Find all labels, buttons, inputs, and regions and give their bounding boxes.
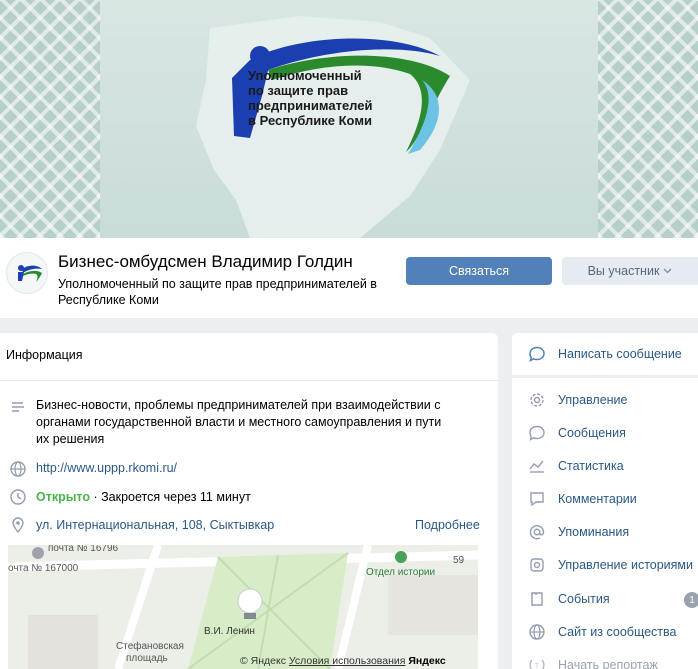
logo-line: Уполномоченный: [248, 68, 362, 83]
community-description: Бизнес-новости, проблемы предпринимателе…: [36, 398, 442, 446]
logo-line: по защите прав: [248, 83, 349, 98]
gear-icon: [530, 393, 544, 407]
calendar-icon: [531, 592, 543, 606]
more-details-link[interactable]: Подробнее: [415, 518, 480, 532]
menu-item-label: Управление историями: [558, 558, 694, 572]
chevron-down-icon: [663, 268, 672, 274]
stories-icon: [530, 558, 544, 572]
contact-button[interactable]: Связаться: [406, 257, 552, 285]
globe-icon: [10, 461, 26, 477]
clock-icon: [10, 489, 26, 505]
write-message-button[interactable]: Написать сообщение: [512, 339, 698, 369]
map-copyright: © Яндекс: [240, 655, 286, 667]
map-label: очта № 167000: [8, 563, 79, 574]
menu-item-mentions[interactable]: Упоминания: [512, 517, 698, 547]
opening-hours: Открыто · Закроется через 11 минут: [36, 490, 251, 504]
yandex-map[interactable]: почта № 16796 очта № 167000 Отдел истори…: [8, 545, 478, 669]
logo-line: в Республике Коми: [248, 113, 372, 128]
address-link[interactable]: ул. Интернациональная, 108, Сыктывкар: [36, 518, 274, 532]
speech-bubble-icon: [529, 346, 545, 362]
menu-item-label: Комментарии: [558, 492, 637, 506]
map-label-museum: Отдел истории: [366, 567, 436, 578]
website-link[interactable]: http://www.uppp.rkomi.ru/: [36, 461, 177, 475]
avatar-logo-icon: [18, 265, 42, 282]
menu-item-manage[interactable]: Управление: [512, 385, 698, 415]
menu-item-label: Начать репортаж: [558, 658, 658, 669]
map-attribution: © Яндекс Условия использования Яндекс: [240, 655, 446, 667]
logo-line: предпринимателей: [248, 98, 373, 113]
membership-label: Вы участник: [587, 264, 660, 278]
chart-line-icon: [529, 460, 544, 473]
location-pin-icon: [12, 517, 24, 534]
cover-image: Уполномоченный по защите прав предприним…: [0, 0, 698, 238]
speech-bubble-icon: [529, 425, 545, 441]
menu-item-community-site[interactable]: Сайт из сообщества: [512, 617, 698, 647]
at-sign-icon: [529, 525, 545, 540]
map-label: Стефановская: [116, 641, 184, 652]
broadcast-icon: T: [529, 659, 545, 669]
membership-dropdown-button[interactable]: Вы участник: [562, 257, 698, 285]
cover-logo-text: Уполномоченный по защите прав предприним…: [248, 68, 438, 128]
events-count-badge: 1: [684, 592, 698, 608]
menu-item-comments[interactable]: Комментарии: [512, 484, 698, 514]
map-label: почта № 16796: [48, 545, 119, 554]
close-time-text: · Закроется через 11 минут: [90, 490, 251, 504]
menu-item-label: Сообщения: [558, 426, 626, 440]
menu-item-label: События: [558, 592, 610, 606]
divider: [0, 380, 498, 381]
menu-item-events[interactable]: События: [512, 584, 698, 614]
menu-item-label: Упоминания: [558, 525, 630, 539]
menu-item-start-broadcast[interactable]: T Начать репортаж: [512, 650, 698, 669]
menu-item-label: Статистика: [558, 459, 624, 473]
open-status: Открыто: [36, 490, 91, 504]
group-subtitle: Уполномоченный по защите прав предприним…: [58, 277, 377, 307]
map-label: площадь: [126, 653, 168, 664]
page-title: Бизнес-омбудсмен Владимир Голдин: [58, 252, 353, 271]
map-streets: [8, 545, 478, 669]
map-label: 59: [453, 555, 465, 566]
menu-item-manage-stories[interactable]: Управление историями: [512, 550, 698, 580]
map-label-monument: В.И. Ленин: [204, 626, 255, 637]
globe-icon: [529, 624, 545, 640]
avatar[interactable]: [6, 252, 48, 294]
menu-item-label: Управление: [558, 393, 628, 407]
comment-icon: [530, 492, 544, 507]
svg-text:T: T: [535, 664, 539, 669]
write-message-label: Написать сообщение: [558, 347, 682, 361]
yandex-logo: Яндекс: [408, 655, 446, 667]
menu-item-statistics[interactable]: Статистика: [512, 451, 698, 481]
text-lines-icon: [12, 402, 24, 412]
menu-item-label: Сайт из сообщества: [558, 625, 677, 639]
info-title: Информация: [6, 348, 83, 362]
map-terms-link[interactable]: Условия использования: [289, 655, 406, 667]
menu-item-messages[interactable]: Сообщения: [512, 418, 698, 448]
